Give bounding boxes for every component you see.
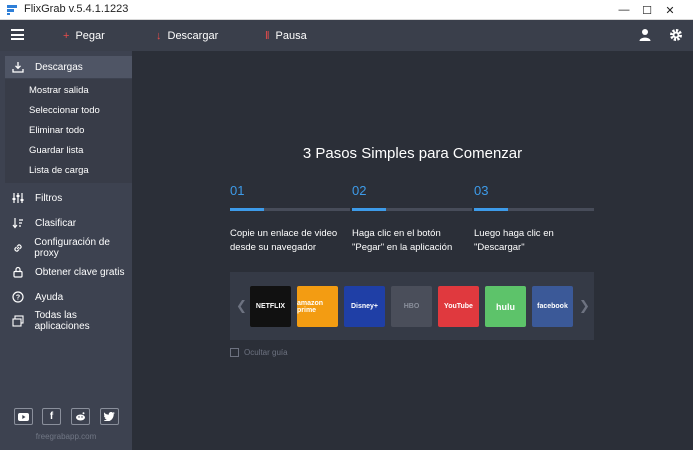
step-number: 01 <box>230 183 245 198</box>
sliders-icon <box>11 191 25 205</box>
link-icon <box>11 241 24 255</box>
hulu-logo: hulu <box>485 286 526 327</box>
step-text: Copie un enlace de video desde su navega… <box>230 228 338 253</box>
submenu-select-all[interactable]: Seleccionar todo <box>29 105 100 116</box>
pause-button[interactable]: ‖ Pausa <box>265 28 307 44</box>
step-text: Haga clic en el botón "Pegar" en la apli… <box>352 228 453 253</box>
reddit-icon[interactable] <box>71 408 90 425</box>
pause-label: Pausa <box>275 30 307 42</box>
hbo-logo: HBO <box>391 286 432 327</box>
site-link[interactable]: freegrabapp.com <box>0 432 132 441</box>
step-progress <box>352 208 472 211</box>
step-progress <box>474 208 594 211</box>
sidebar-item-free-key[interactable]: Obtener clave gratis <box>5 261 132 283</box>
user-icon[interactable] <box>638 28 652 42</box>
window-title: FlixGrab v.5.4.1.1223 <box>24 3 129 15</box>
download-arrow-icon: ↓ <box>156 30 162 42</box>
sidebar-item-all-apps[interactable]: Todas las aplicaciones <box>5 310 132 332</box>
sort-icon <box>11 216 25 230</box>
sidebar-item-filters[interactable]: Filtros <box>5 187 132 209</box>
flixgrab-logo-icon <box>7 5 17 15</box>
svg-text:?: ? <box>16 295 20 302</box>
youtube-icon[interactable] <box>14 408 33 425</box>
close-button[interactable]: ✕ <box>647 0 693 20</box>
sidebar-item-label: Descargas <box>35 61 83 73</box>
facebook-logo: facebook <box>532 286 573 327</box>
download-label: Descargar <box>167 30 219 42</box>
submenu-load-list[interactable]: Lista de carga <box>29 165 89 176</box>
twitter-icon[interactable] <box>100 408 119 425</box>
sidebar-item-sort[interactable]: Clasificar <box>5 212 132 234</box>
sidebar-item-label: Clasificar <box>35 217 77 229</box>
youtube-logo: YouTube <box>438 286 479 327</box>
sidebar-item-help[interactable]: ? Ayuda <box>5 286 132 308</box>
disney-plus-logo: Disney+ <box>344 286 385 327</box>
main-panel: 3 Pasos Simples para Comenzar 01 Copie u… <box>132 51 693 450</box>
paste-button[interactable]: + Pegar <box>63 28 105 44</box>
plus-icon: + <box>63 30 70 42</box>
paste-label: Pegar <box>75 30 105 42</box>
sidebar-item-label: Todas las aplicaciones <box>34 310 90 332</box>
sidebar-item-downloads[interactable]: Descargas <box>5 56 132 78</box>
menu-icon[interactable] <box>11 29 24 40</box>
amazon-prime-logo: amazon prime <box>297 286 338 327</box>
sidebar-item-label: Ayuda <box>35 291 64 303</box>
carousel-prev-icon[interactable]: ❮ <box>236 298 247 314</box>
submenu-show-output[interactable]: Mostrar salida <box>29 85 89 96</box>
download-tray-icon <box>11 60 25 74</box>
step-progress <box>230 208 350 211</box>
services-carousel: ❮ NETFLIX amazon prime Disney+ HBO YouTu… <box>230 272 594 340</box>
toolbar: + Pegar ↓ Descargar ‖ Pausa <box>0 20 693 51</box>
step-number: 02 <box>352 183 367 198</box>
gear-icon[interactable] <box>669 28 683 42</box>
download-button[interactable]: ↓ Descargar <box>156 28 218 44</box>
checkbox-icon <box>230 348 239 357</box>
facebook-icon[interactable]: f <box>42 408 61 425</box>
netflix-logo: NETFLIX <box>250 286 291 327</box>
step-text: Luego haga clic en "Descargar" <box>474 228 554 253</box>
title-bar: FlixGrab v.5.4.1.1223 — ☐ ✕ <box>0 0 693 20</box>
pause-icon: ‖ <box>265 30 270 42</box>
hide-guide-checkbox[interactable]: Ocultar guía <box>230 348 288 357</box>
submenu-save-list[interactable]: Guardar lista <box>29 145 83 156</box>
sidebar-item-label: Obtener clave gratis <box>35 266 125 278</box>
downloads-submenu: Mostrar salida Seleccionar todo Eliminar… <box>5 79 132 183</box>
sidebar-item-proxy[interactable]: Configuración de proxy <box>5 237 132 259</box>
apps-icon <box>11 314 25 328</box>
submenu-delete-all[interactable]: Eliminar todo <box>29 125 84 136</box>
close-icon: ✕ <box>665 4 675 17</box>
lock-icon <box>11 265 25 279</box>
step-number: 03 <box>474 183 489 198</box>
page-title: 3 Pasos Simples para Comenzar <box>302 145 523 162</box>
sidebar-item-label: Configuración de proxy <box>34 237 110 259</box>
hide-guide-label: Ocultar guía <box>244 348 288 357</box>
help-icon: ? <box>11 290 25 304</box>
sidebar-item-label: Filtros <box>35 192 63 204</box>
carousel-next-icon[interactable]: ❯ <box>579 298 590 314</box>
